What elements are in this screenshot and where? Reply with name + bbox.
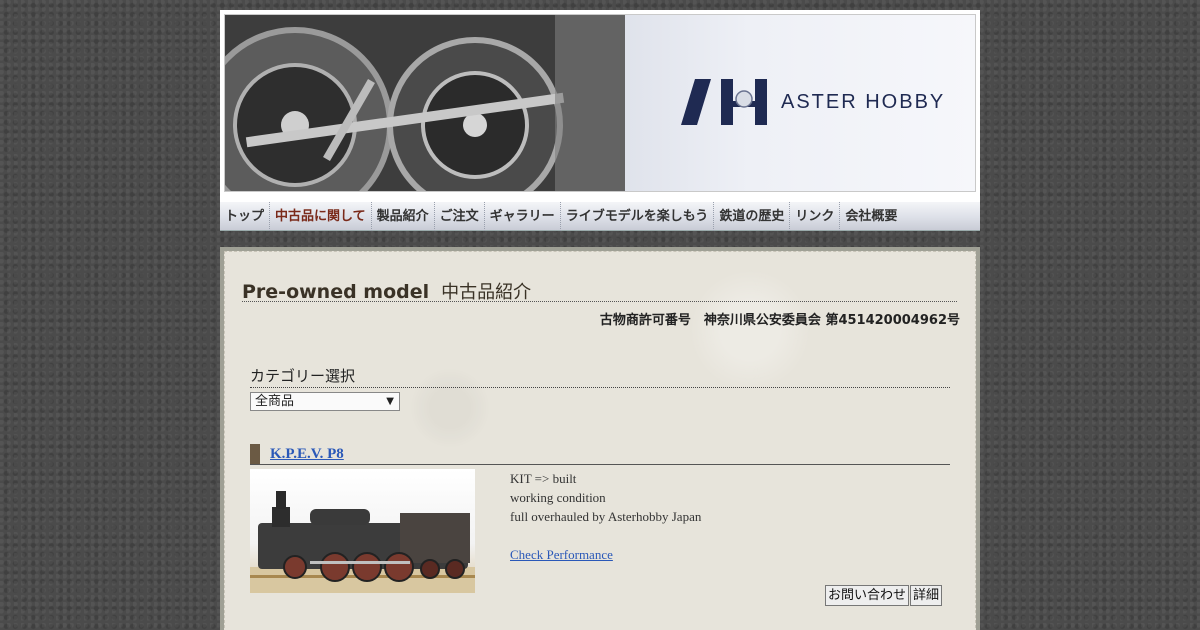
nav-item-company[interactable]: 会社概要: [840, 202, 902, 231]
product-image[interactable]: [250, 469, 475, 593]
brand-name: ASTER HOBBY: [781, 90, 946, 113]
content-panel: Pre-owned model 中古品紹介 古物商許可番号 神奈川県公安委員会 …: [220, 247, 980, 630]
content-area: Pre-owned model 中古品紹介 古物商許可番号 神奈川県公安委員会 …: [224, 251, 976, 630]
description-line: KIT => built: [510, 471, 577, 486]
logo-mark-icon: [681, 79, 767, 125]
category-heading: カテゴリー選択: [250, 365, 950, 388]
nav-item-railway-history[interactable]: 鉄道の歴史: [714, 201, 791, 231]
nav-item-products[interactable]: 製品紹介: [372, 201, 435, 231]
inquiry-button[interactable]: お問い合わせ: [825, 585, 910, 606]
locomotive-wheels-image: [225, 15, 625, 191]
locomotive-photo: [250, 491, 475, 593]
category-select[interactable]: 全商品 ▼: [250, 392, 400, 411]
category-selected-value: 全商品: [255, 394, 295, 409]
product-heading: K.P.E.V. P8: [250, 444, 950, 465]
nav-item-live-model[interactable]: ライブモデルを楽しもう: [561, 201, 715, 231]
description-line: working condition: [510, 490, 606, 505]
main-nav: トップ 中古品に関して 製品紹介 ご注文 ギャラリー ライブモデルを楽しもう 鉄…: [220, 201, 980, 231]
chevron-down-icon: ▼: [386, 396, 394, 407]
nav-item-gallery[interactable]: ギャラリー: [485, 201, 561, 231]
license-number: 古物商許可番号 神奈川県公安委員会 第451420004962号: [599, 313, 960, 328]
header-banner: ASTER HOBBY: [224, 14, 976, 192]
detail-button[interactable]: 詳細: [910, 585, 943, 606]
page-title-ja: 中古品紹介: [441, 282, 532, 303]
nav-item-preowned-info[interactable]: 中古品に関して: [270, 201, 372, 231]
heading-accent-bar: [250, 444, 260, 464]
nav-item-links[interactable]: リンク: [790, 201, 841, 231]
description-line: full overhauled by Asterhobby Japan: [510, 509, 702, 524]
check-performance-link[interactable]: Check Performance: [510, 547, 613, 562]
nav-item-order[interactable]: ご注文: [435, 201, 485, 231]
product-title-link[interactable]: K.P.E.V. P8: [270, 446, 344, 462]
aster-hobby-logo[interactable]: ASTER HOBBY: [681, 79, 945, 125]
page-title: Pre-owned model 中古品紹介: [242, 278, 957, 303]
product-description: KIT => built working condition full over…: [510, 469, 701, 564]
page-title-en: Pre-owned model: [242, 281, 430, 303]
nav-item-top[interactable]: トップ: [220, 201, 271, 231]
site-header: ASTER HOBBY トップ 中古品に関して 製品紹介 ご注文 ギャラリー ラ…: [220, 10, 980, 231]
